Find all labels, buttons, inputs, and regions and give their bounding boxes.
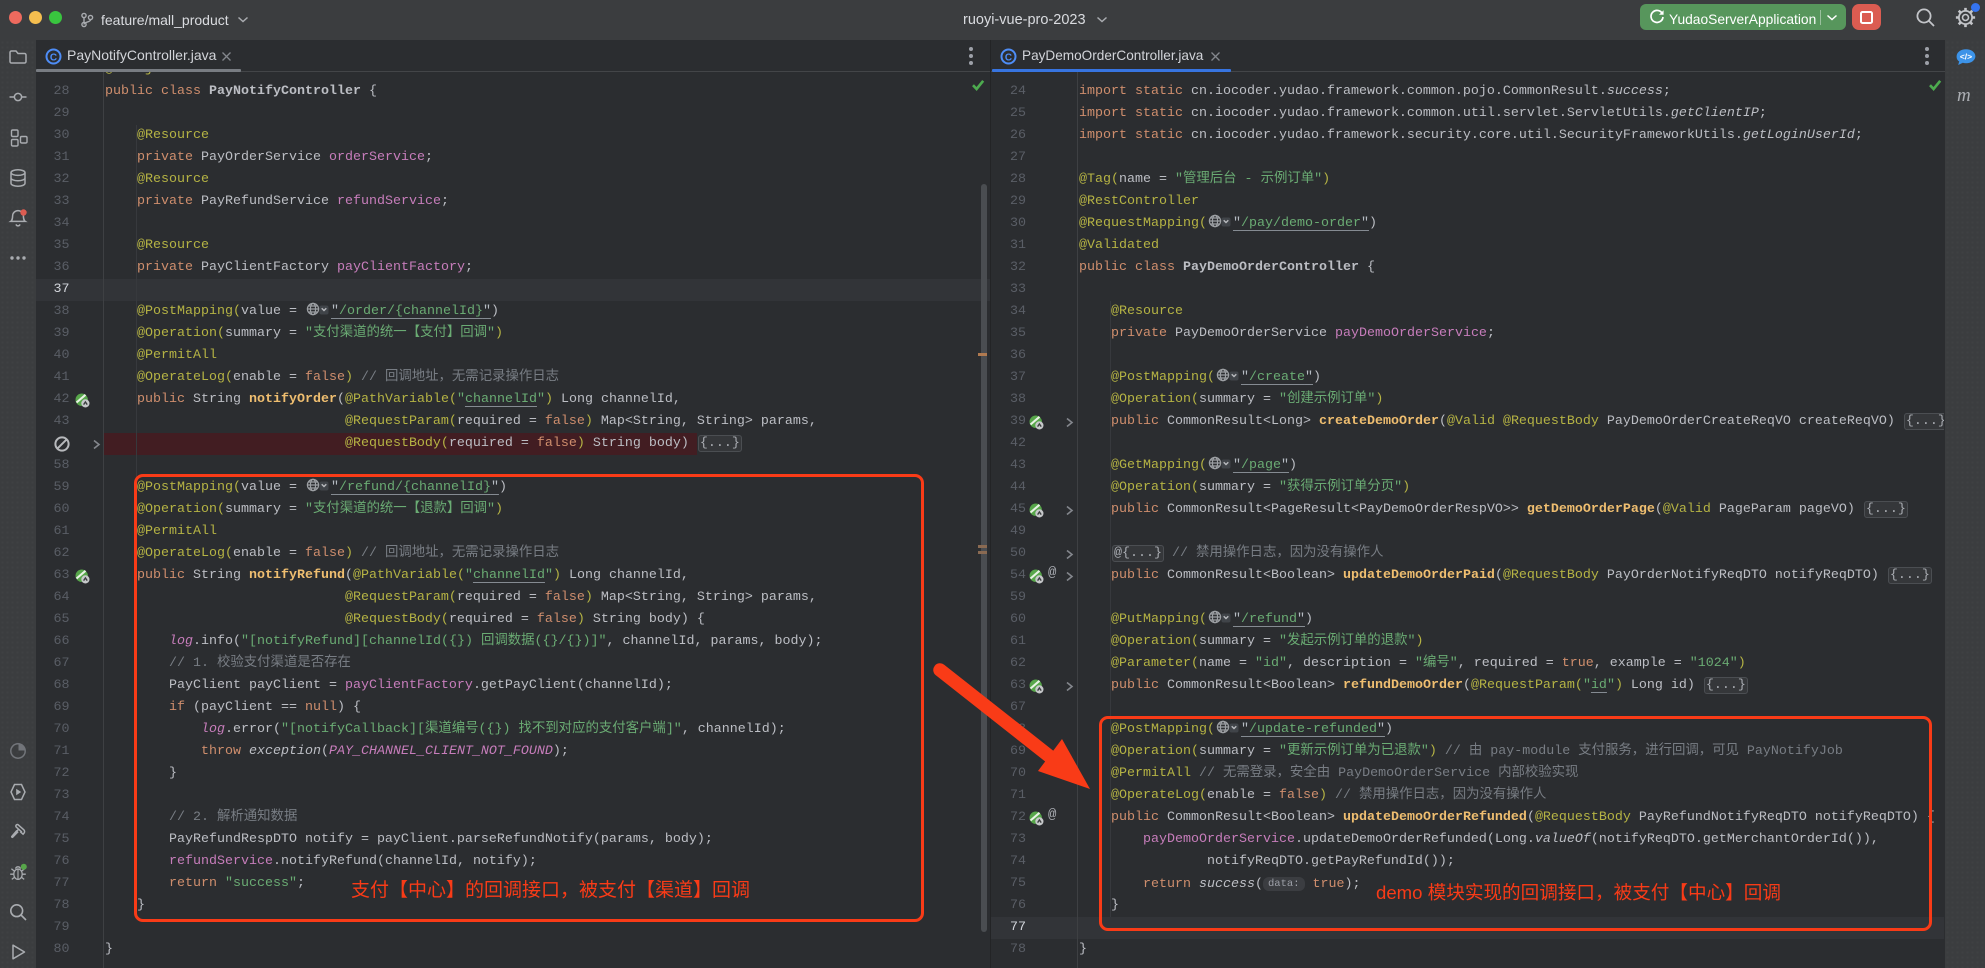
svg-text:C: C <box>50 52 57 63</box>
svg-text:C: C <box>1005 52 1012 63</box>
svg-text:</>: </> <box>1960 52 1972 62</box>
